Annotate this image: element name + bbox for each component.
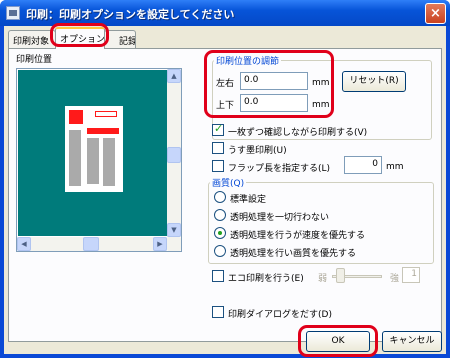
print-dialog-checkbox[interactable] xyxy=(212,306,224,318)
scroll-right-arrow-icon[interactable]: ▶ xyxy=(153,237,167,251)
quality-option-standard-label[interactable]: 標準設定 xyxy=(230,192,266,205)
scroll-up-arrow-icon[interactable]: ▲ xyxy=(167,69,181,83)
quality-option-speed-label[interactable]: 透明処理を行うが速度を優先する xyxy=(230,228,365,241)
scroll-down-arrow-icon[interactable]: ▼ xyxy=(167,223,181,237)
quality-title: 画質(Q) xyxy=(210,176,247,189)
eco-strong-label: 強 xyxy=(390,274,400,284)
scroll-left-arrow-icon[interactable]: ◀ xyxy=(17,237,31,251)
highlight-ring-options-tab xyxy=(50,23,109,47)
tab-print-target[interactable]: 印刷対象 xyxy=(8,30,56,48)
quality-option-no-transparency-label[interactable]: 透明処理を一切行わない xyxy=(230,210,329,223)
quality-option-standard-radio[interactable] xyxy=(214,191,226,203)
preview-paper xyxy=(65,106,123,192)
eco-print-label[interactable]: エコ印刷を行う(E) xyxy=(228,271,304,284)
eco-print-checkbox[interactable] xyxy=(212,270,224,282)
eco-weak-label: 弱 xyxy=(318,274,328,284)
quality-option-speed-radio[interactable] xyxy=(214,227,226,239)
preview-vertical-scrollbar[interactable]: ▲ ▼ xyxy=(167,69,181,237)
reset-button[interactable]: リセット(R) xyxy=(342,71,406,92)
highlight-ring-ok-button xyxy=(298,325,378,357)
quality-option-no-transparency-radio[interactable] xyxy=(214,209,226,221)
horizontal-scroll-thumb[interactable] xyxy=(83,237,99,251)
preview-horizontal-scrollbar[interactable]: ◀ ▶ xyxy=(17,237,167,251)
light-print-checkbox[interactable] xyxy=(212,142,224,154)
highlight-ring-position-adjust xyxy=(204,50,334,118)
flap-length-label[interactable]: フラップ長を指定する(L) xyxy=(228,161,330,174)
print-position-preview[interactable]: ▲ ▼ ◀ ▶ xyxy=(16,68,182,252)
window-title: 印刷：印刷オプションを設定してください xyxy=(26,8,235,21)
confirm-each-checkbox[interactable] xyxy=(212,122,224,136)
print-dialog-label[interactable]: 印刷ダイアログをだす(D) xyxy=(228,307,332,320)
flap-length-input[interactable]: 0 xyxy=(344,156,382,174)
preview-canvas xyxy=(18,70,168,236)
dialog-client: 印刷対象 オプション 記録 印刷位置 ▲ ▼ ◀ ▶ 印刷位置の調節 左右 0.… xyxy=(4,23,446,357)
quality-option-quality-radio[interactable] xyxy=(214,245,226,257)
flap-length-checkbox[interactable] xyxy=(212,160,224,172)
close-button[interactable]: × xyxy=(425,3,446,24)
quality-option-quality-label[interactable]: 透明処理を行い画質を優先する xyxy=(230,246,356,259)
flap-length-unit: mm xyxy=(386,162,404,172)
confirm-each-label[interactable]: 一枚ずつ確認しながら印刷する(V) xyxy=(228,125,367,138)
cancel-button[interactable]: キャンセル xyxy=(382,331,442,352)
vertical-scroll-thumb[interactable] xyxy=(167,147,181,163)
preview-label: 印刷位置 xyxy=(16,55,53,65)
eco-level-value[interactable]: 1 xyxy=(402,267,420,283)
printer-icon xyxy=(6,6,20,20)
scroll-corner xyxy=(167,237,181,251)
dialog-window: 印刷：印刷オプションを設定してください × 印刷対象 オプション 記録 印刷位置 xyxy=(0,0,450,358)
light-print-label[interactable]: うす墨印刷(U) xyxy=(228,143,287,156)
eco-level-slider-thumb[interactable] xyxy=(336,268,345,283)
